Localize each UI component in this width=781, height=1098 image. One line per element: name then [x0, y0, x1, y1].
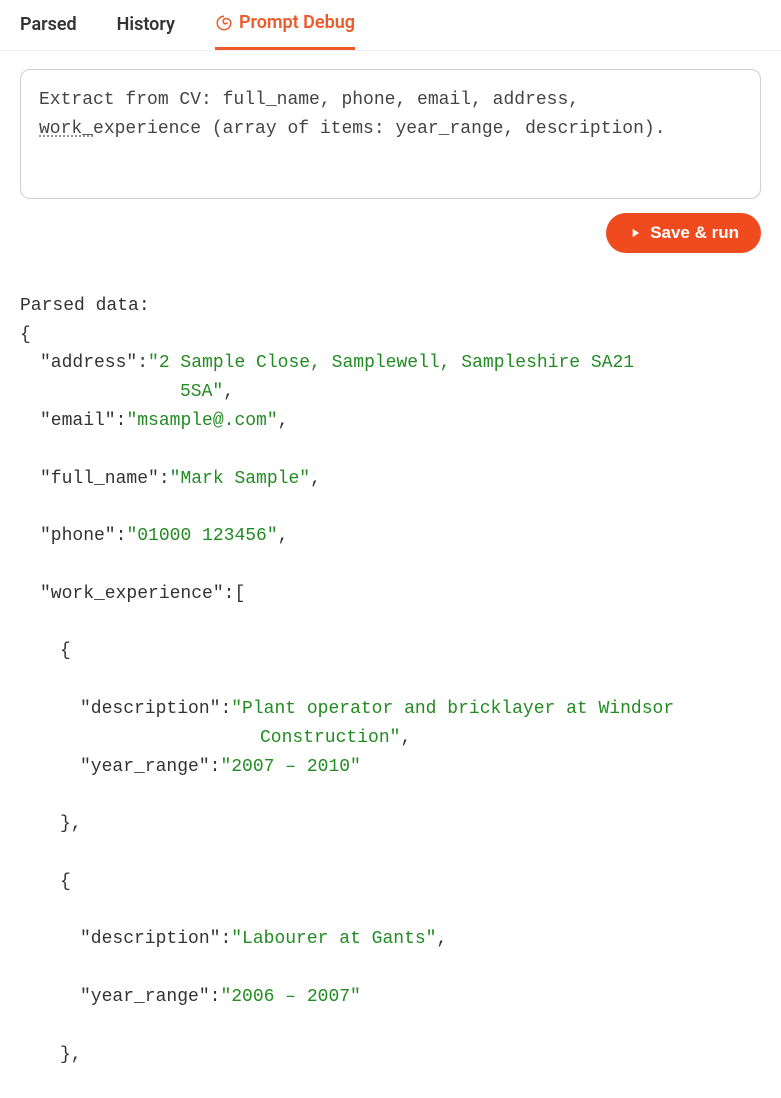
- prompt-line1: Extract from CV: full_name, phone, email…: [39, 90, 579, 110]
- item2-open: {: [60, 872, 71, 892]
- item1-desc-val1: "Plant operator and bricklayer at Windso…: [231, 699, 674, 719]
- tab-parsed-label: Parsed: [20, 14, 77, 35]
- play-icon: [628, 226, 642, 240]
- prompt-textarea[interactable]: Extract from CV: full_name, phone, email…: [20, 69, 761, 199]
- address-val-1: "2 Sample Close, Samplewell, Sampleshire…: [148, 353, 634, 373]
- tab-prompt-debug[interactable]: Prompt Debug: [215, 12, 355, 50]
- address-val-2: 5SA": [180, 382, 223, 402]
- phone-key: "phone": [40, 526, 116, 546]
- actions-row: Save & run: [20, 213, 761, 253]
- tab-history-label: History: [117, 14, 175, 35]
- swirl-icon: [215, 14, 233, 32]
- prompt-panel: Extract from CV: full_name, phone, email…: [0, 51, 781, 253]
- fullname-val: "Mark Sample": [170, 469, 310, 489]
- item2-yr-key: "year_range": [80, 987, 210, 1007]
- save-run-label: Save & run: [650, 223, 739, 243]
- item1-yr-key: "year_range": [80, 757, 210, 777]
- parsed-output: Parsed data: { "address":"2 Sample Close…: [0, 253, 781, 1098]
- item2-desc-val: "Labourer at Gants": [231, 929, 436, 949]
- tab-history[interactable]: History: [117, 14, 175, 49]
- item2-desc-key: "description": [80, 929, 220, 949]
- prompt-line2-underlined: work_: [39, 119, 93, 139]
- fullname-key: "full_name": [40, 469, 159, 489]
- email-val: "msample@.com": [126, 411, 277, 431]
- tab-prompt-debug-label: Prompt Debug: [239, 12, 355, 33]
- item1-yr-val: "2007 – 2010": [220, 757, 360, 777]
- save-run-button[interactable]: Save & run: [606, 213, 761, 253]
- item2-yr-val: "2006 – 2007": [220, 987, 360, 1007]
- brace-open: {: [20, 325, 31, 345]
- tabs-bar: Parsed History Prompt Debug: [0, 0, 781, 51]
- item1-desc-val2: Construction": [260, 728, 400, 748]
- item1-close: },: [60, 814, 82, 834]
- workexp-key: "work_experience": [40, 584, 224, 604]
- prompt-line2-rest: experience (array of items: year_range, …: [93, 119, 666, 139]
- item1-desc-key: "description": [80, 699, 220, 719]
- item2-close: },: [60, 1045, 82, 1065]
- email-key: "email": [40, 411, 116, 431]
- output-heading: Parsed data:: [20, 296, 150, 316]
- phone-val: "01000 123456": [126, 526, 277, 546]
- tab-parsed[interactable]: Parsed: [20, 14, 77, 49]
- array-open: [: [234, 584, 245, 604]
- address-key: "address": [40, 353, 137, 373]
- item1-open: {: [60, 641, 71, 661]
